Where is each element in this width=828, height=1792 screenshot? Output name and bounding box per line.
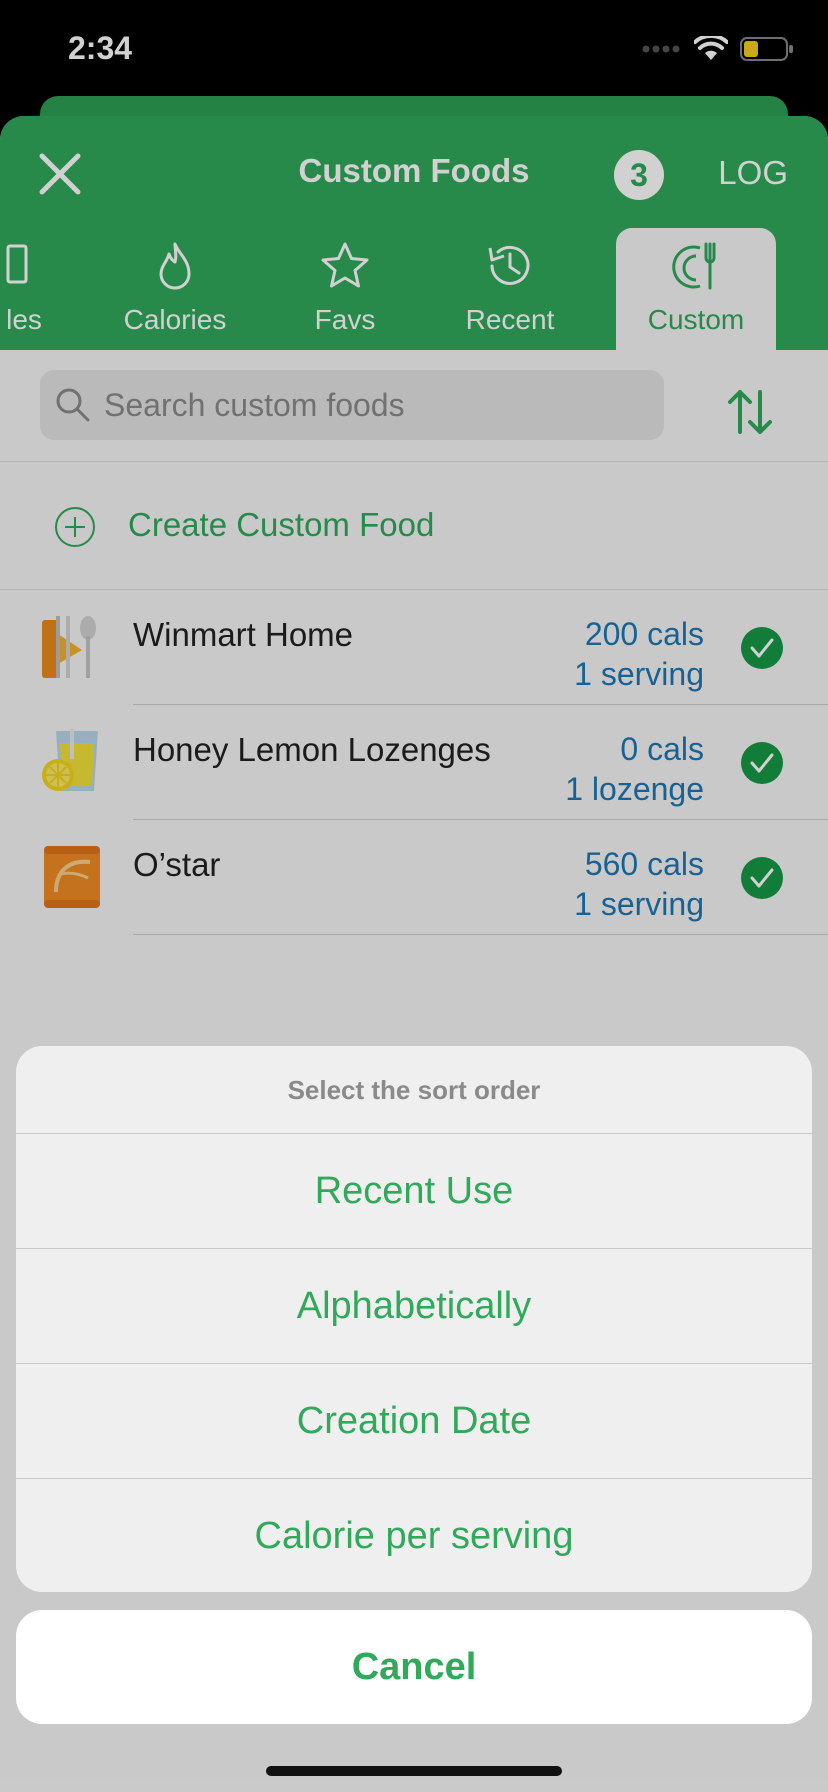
action-sheet-title: Select the sort order xyxy=(16,1046,812,1134)
home-indicator[interactable] xyxy=(266,1766,562,1776)
sort-option-alphabetically[interactable]: Alphabetically xyxy=(16,1249,812,1364)
cancel-button[interactable]: Cancel xyxy=(16,1610,812,1724)
sort-option-recent-use[interactable]: Recent Use xyxy=(16,1134,812,1249)
sort-option-calorie-per-serving[interactable]: Calorie per serving xyxy=(16,1479,812,1592)
sort-order-action-sheet: Select the sort order Recent Use Alphabe… xyxy=(16,1046,812,1592)
sort-option-creation-date[interactable]: Creation Date xyxy=(16,1364,812,1479)
